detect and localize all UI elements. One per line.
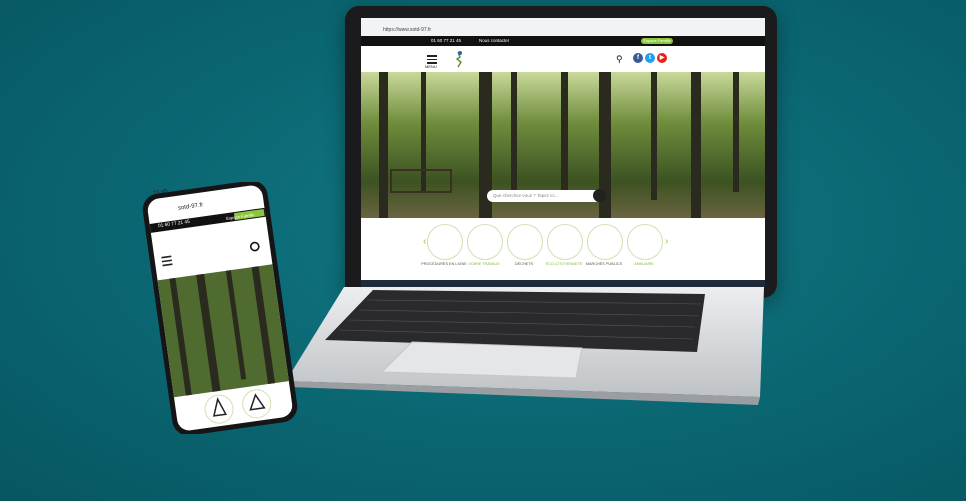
next-arrow-icon[interactable]: › [665,236,668,247]
menu-label: MENU [425,64,437,69]
service-hands-plant-icon[interactable] [547,224,583,260]
browser-url[interactable]: https://www.sotd-97.fr [383,27,463,33]
service-handshake-icon[interactable] [587,224,623,260]
smartphone [142,182,298,434]
hero-forest-image: Que cherchez-vous ? Tapez ici... [361,72,765,218]
service-label: ANNUAIRE [634,262,654,266]
menu-icon[interactable] [427,53,437,64]
scene: https://www.sotd-97.fr 01 60 77 21 45 No… [0,0,966,501]
espace-famille-button[interactable]: Espace Famille [641,38,673,44]
logo-icon[interactable] [451,50,465,68]
laptop-trackpad [382,341,583,379]
laptop-screen: https://www.sotd-97.fr 01 60 77 21 45 No… [361,18,765,288]
search-icon[interactable]: ⚲ [616,54,623,65]
service-document-icon[interactable] [427,224,463,260]
prev-arrow-icon[interactable]: ‹ [423,236,426,247]
youtube-icon[interactable]: ▶ [657,53,667,63]
topbar-contact[interactable]: Nous contacter [479,38,509,43]
site-navbar: MENU ⚲ f t ▶ [361,46,765,72]
facebook-icon[interactable]: f [633,53,643,63]
services-bar: ‹ › PROCÉDURES EN LIGNE VOIRIE TRAVAUX D… [361,218,765,280]
service-recycle-icon[interactable] [507,224,543,260]
hero-search-button[interactable] [593,189,606,202]
service-book-icon[interactable] [627,224,663,260]
service-cone-icon[interactable] [467,224,503,260]
site-topbar: 01 60 77 21 45 Nous contacter Espace Fam… [361,36,765,46]
twitter-icon[interactable]: t [645,53,655,63]
hero-search-input[interactable]: Que cherchez-vous ? Tapez ici... [487,190,601,202]
browser-toolbar: https://www.sotd-97.fr [361,18,765,37]
topbar-phone: 01 60 77 21 45 [431,38,462,43]
